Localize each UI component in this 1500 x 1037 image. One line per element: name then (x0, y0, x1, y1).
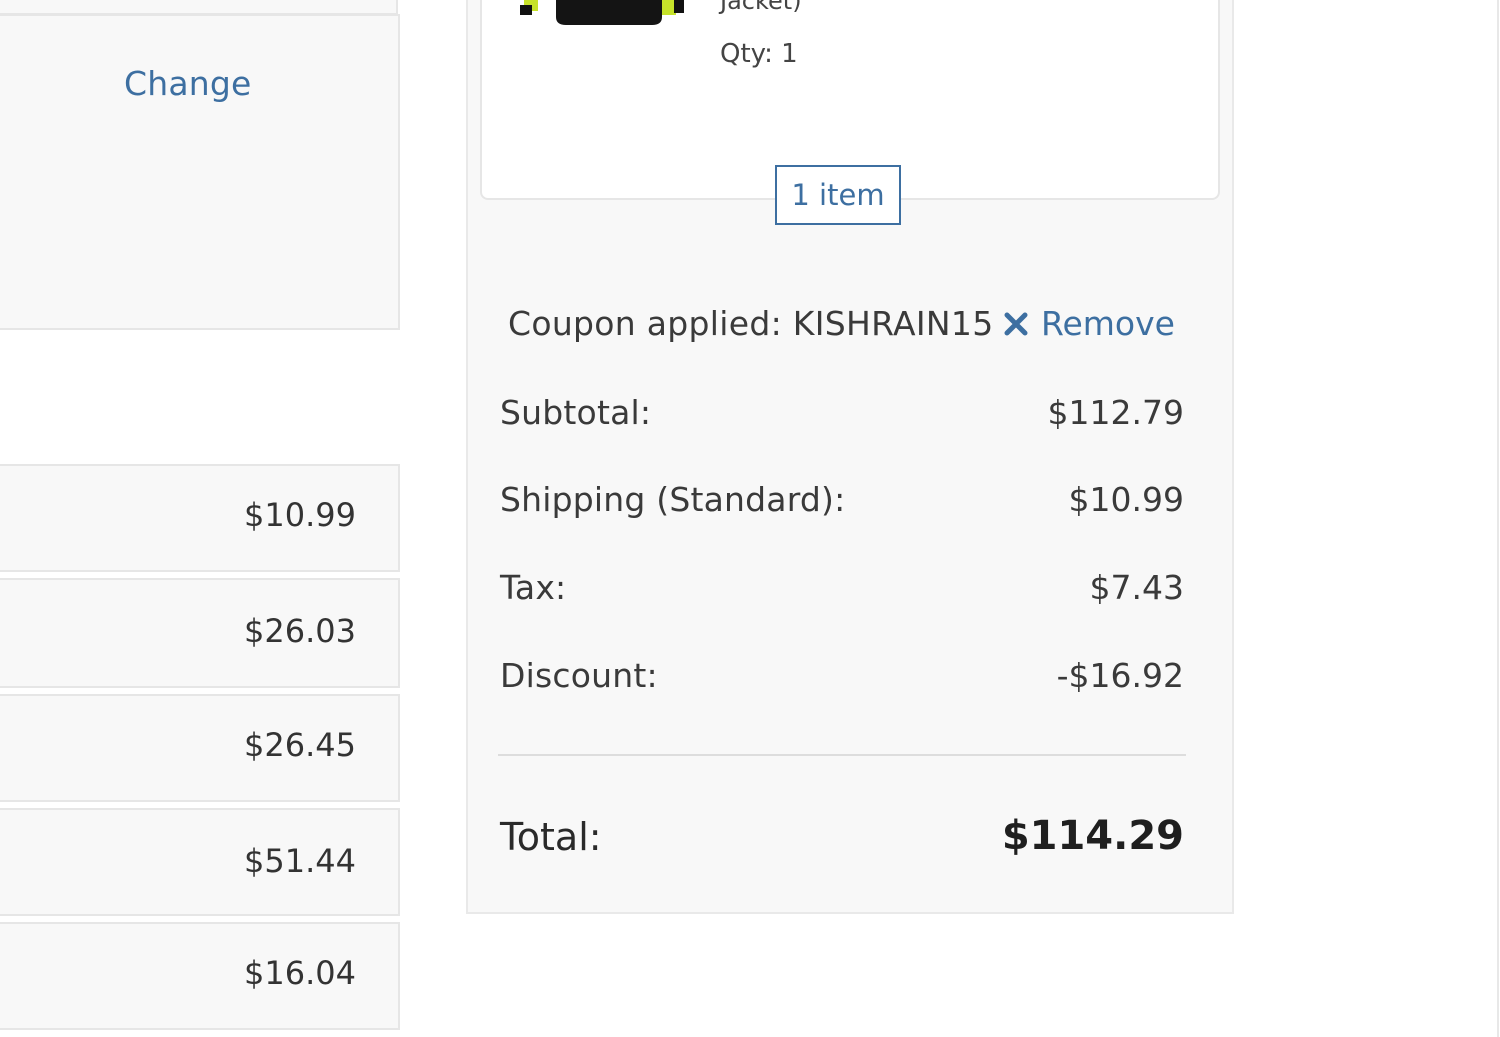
address-card: Change (0, 14, 400, 330)
shipping-option-price: $10.99 (244, 496, 356, 534)
shipping-option[interactable]: $16.04 (0, 922, 400, 1030)
shipping-option-price: $26.03 (244, 612, 356, 650)
total-value: $114.29 (1001, 813, 1184, 859)
shipping-option-price: $26.45 (244, 726, 356, 764)
shipping-value: $10.99 (1068, 480, 1184, 519)
shipping-label: Shipping (Standard): (500, 480, 846, 519)
shipping-option[interactable]: $26.03 (0, 578, 400, 688)
coupon-applied-text: Coupon applied: KISHRAIN15 (508, 304, 994, 343)
subtotal-label: Subtotal: (500, 393, 652, 432)
shipping-option[interactable]: $26.45 (0, 694, 400, 802)
subtotal-value: $112.79 (1047, 393, 1184, 432)
summary-divider (498, 754, 1186, 756)
discount-value: -$16.92 (1056, 656, 1184, 695)
cart-item-qty: Qty: 1 (720, 39, 798, 69)
total-label: Total: (500, 815, 602, 859)
shipping-option-price: $51.44 (244, 842, 356, 880)
cart-item-name: Jacket) (720, 0, 802, 15)
tax-label: Tax: (500, 568, 567, 607)
order-summary: Jacket) Qty: 1 1 item Coupon applied: KI… (466, 0, 1234, 914)
remove-coupon-label: Remove (1041, 304, 1175, 343)
change-address-link[interactable]: Change (124, 64, 252, 103)
item-count-toggle[interactable]: 1 item (775, 165, 901, 225)
address-card-top (0, 0, 398, 15)
shipping-option-price: $16.04 (244, 954, 356, 992)
shipping-option[interactable]: $51.44 (0, 808, 400, 916)
tax-value: $7.43 (1089, 568, 1184, 607)
remove-coupon-button[interactable]: Remove (1003, 304, 1175, 343)
jacket-thumbnail (520, 0, 684, 25)
checkout-page: Change $10.99 $26.03 $26.45 $51.44 $16.0… (0, 0, 1500, 1037)
close-icon (1004, 312, 1028, 335)
discount-label: Discount: (500, 656, 658, 695)
shipping-option[interactable]: $10.99 (0, 464, 400, 572)
right-border (1497, 0, 1499, 1037)
